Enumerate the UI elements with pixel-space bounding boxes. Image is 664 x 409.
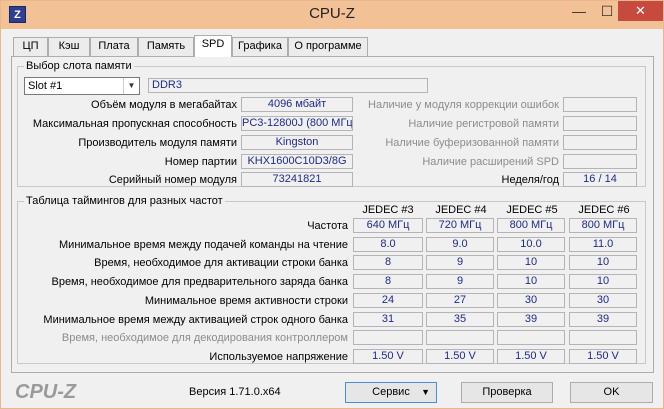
max-bandwidth-value: PC3-12800J (800 МГц): [241, 116, 353, 131]
slot-select-value: Slot #1: [28, 80, 63, 92]
tab-graphics[interactable]: Графика: [232, 37, 288, 56]
title-bar[interactable]: Z CPU-Z — ☐ ✕: [1, 1, 663, 29]
registered-label: Наличие регистровой памяти: [408, 118, 559, 130]
service-dropdown-button[interactable]: Сервис ▼: [345, 382, 437, 403]
slot-select[interactable]: Slot #1 ▼: [24, 77, 140, 95]
timing-cell: 27: [426, 293, 494, 308]
column-header-jedec6: JEDEC #6: [578, 204, 630, 216]
chevron-down-icon[interactable]: ▼: [123, 78, 139, 94]
close-icon[interactable]: ✕: [618, 1, 663, 21]
timing-cell: 30: [569, 293, 637, 308]
timing-cell: 10.0: [497, 237, 565, 252]
timing-cell: 11.0: [569, 237, 637, 252]
timing-row-label: Частота: [307, 220, 348, 232]
column-header-jedec5: JEDEC #5: [506, 204, 558, 216]
window-title: CPU-Z: [309, 5, 355, 22]
timing-cell: 10: [497, 274, 565, 289]
tab-memory[interactable]: Память: [138, 37, 194, 56]
ok-button[interactable]: OK: [570, 382, 653, 403]
timing-cell: 31: [353, 312, 423, 327]
tab-cpu[interactable]: ЦП: [13, 37, 48, 56]
ecc-value: [563, 97, 637, 112]
timing-cell: 800 МГц: [569, 218, 637, 233]
timing-row-label: Используемое напряжение: [209, 351, 348, 363]
module-size-value: 4096 мбайт: [241, 97, 353, 112]
timing-cell: 800 МГц: [497, 218, 565, 233]
validate-button[interactable]: Проверка: [461, 382, 553, 403]
chevron-down-icon: ▼: [421, 387, 430, 397]
buffered-label: Наличие буферизованной памяти: [385, 137, 559, 149]
week-year-value: 16 / 14: [563, 172, 637, 187]
tab-cache[interactable]: Кэш: [48, 37, 90, 56]
minimize-icon[interactable]: —: [566, 1, 592, 21]
tab-about[interactable]: О программе: [288, 37, 368, 56]
timing-cell: 1.50 V: [497, 349, 565, 364]
timing-cell: 1.50 V: [569, 349, 637, 364]
timing-cell: 39: [569, 312, 637, 327]
timing-cell: [353, 330, 423, 345]
timing-row-label: Время, необходимое для предварительного …: [51, 276, 348, 288]
timing-row-label: Минимальное время между активацией строк…: [43, 314, 348, 326]
timing-cell: [497, 330, 565, 345]
tab-spd[interactable]: SPD: [194, 35, 232, 57]
module-manufacturer-label: Производитель модуля памяти: [78, 137, 237, 149]
week-year-label: Неделя/год: [501, 174, 560, 186]
column-header-jedec3: JEDEC #3: [362, 204, 414, 216]
timing-row-label: Время, необходимое для декодирования кон…: [61, 332, 348, 344]
timing-cell: 9: [426, 274, 494, 289]
part-number-value: KHX1600C10D3/8G: [241, 154, 353, 169]
timing-cell: 640 МГц: [353, 218, 423, 233]
cpuz-footer-logo: CPU-Z: [15, 381, 77, 403]
version-label: Версия 1.71.0.x64: [189, 386, 281, 398]
timing-cell: 10: [497, 255, 565, 270]
timing-cell: 720 МГц: [426, 218, 494, 233]
maximize-icon[interactable]: ☐: [594, 1, 620, 21]
serial-number-value: 73241821: [241, 172, 353, 187]
part-number-label: Номер партии: [164, 156, 237, 168]
timing-row-label: Время, необходимое для активации строки …: [94, 257, 348, 269]
module-manufacturer-value: Kingston: [241, 135, 353, 150]
timing-cell: 9: [426, 255, 494, 270]
memory-type-field: DDR3: [148, 78, 428, 93]
timing-cell: 10: [569, 274, 637, 289]
timing-cell: [569, 330, 637, 345]
serial-number-label: Серийный номер модуля: [108, 174, 237, 186]
timing-cell: 1.50 V: [426, 349, 494, 364]
timing-cell: 30: [497, 293, 565, 308]
timing-cell: 8.0: [353, 237, 423, 252]
timings-group-title: Таблица таймингов для разных частот: [24, 195, 225, 207]
timing-cell: 9.0: [426, 237, 494, 252]
service-button-label: Сервис: [372, 386, 410, 398]
timing-cell: 35: [426, 312, 494, 327]
max-bandwidth-label: Максимальная пропускная способность: [32, 118, 237, 130]
ecc-label: Наличие у модуля коррекции ошибок: [368, 99, 559, 111]
timing-row-label: Минимальное время активности строки: [144, 295, 348, 307]
timing-cell: 10: [569, 255, 637, 270]
timing-cell: 8: [353, 274, 423, 289]
timing-cell: 39: [497, 312, 565, 327]
registered-value: [563, 116, 637, 131]
column-header-jedec4: JEDEC #4: [435, 204, 487, 216]
timing-cell: 8: [353, 255, 423, 270]
spd-ext-value: [563, 154, 637, 169]
cpuz-window: Z CPU-Z — ☐ ✕ ЦП Кэш Плата Память SPD Гр…: [0, 0, 664, 409]
spd-ext-label: Наличие расширений SPD: [422, 156, 559, 168]
slot-group-title: Выбор слота памяти: [24, 60, 134, 72]
timing-cell: [426, 330, 494, 345]
timing-cell: 1.50 V: [353, 349, 423, 364]
timing-row-label: Минимальное время между подачей команды …: [59, 239, 348, 251]
timing-cell: 24: [353, 293, 423, 308]
tab-mainboard[interactable]: Плата: [90, 37, 138, 56]
module-size-label: Объём модуля в мегабайтах: [91, 99, 237, 111]
buffered-value: [563, 135, 637, 150]
